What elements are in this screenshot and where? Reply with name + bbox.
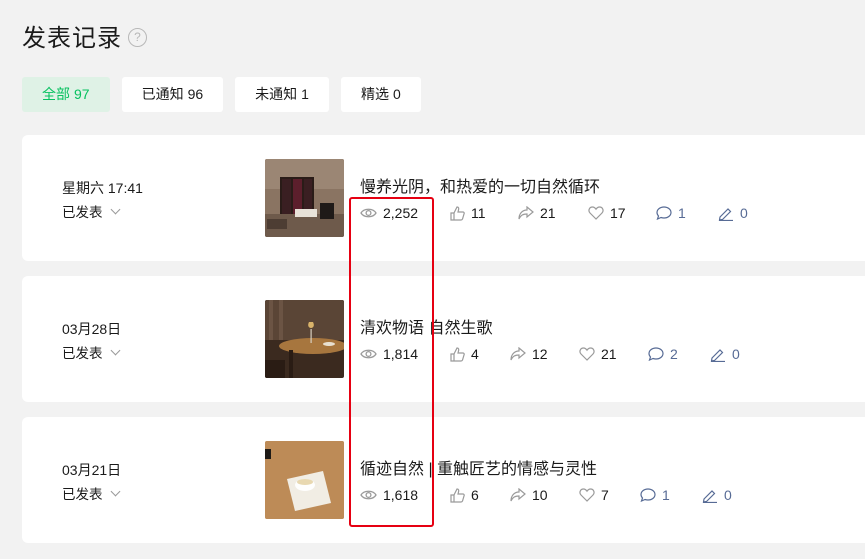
share-count: 12: [510, 346, 548, 362]
read-count-value: 1,618: [383, 487, 419, 503]
like-count-value: 11: [471, 205, 486, 221]
tab-featured[interactable]: 精选 0: [340, 77, 421, 112]
article-card: 星期六 17:41 已发表 慢养光阴，和热爱的一切自然循环 2,252 11 2…: [22, 135, 865, 261]
favorite-count: 17: [588, 205, 626, 221]
article-stats: 1,618 6 10 7 1 0: [22, 487, 865, 507]
thumbs-up-icon: [450, 346, 465, 362]
comment-icon: [656, 206, 672, 220]
like-count-value: 4: [471, 346, 479, 362]
pencil-icon: [710, 348, 725, 362]
read-count: 1,618: [360, 487, 418, 503]
tab-count: 1: [301, 86, 309, 102]
read-count-value: 2,252: [383, 205, 419, 221]
eye-icon: [360, 349, 377, 359]
heart-icon: [579, 347, 595, 361]
tab-count: 0: [392, 86, 401, 102]
note-count[interactable]: 0: [702, 487, 732, 503]
article-card: 03月21日 已发表 循迹自然 | 重触匠艺的情感与灵性 1,618 6 10 …: [22, 417, 865, 543]
eye-icon: [360, 208, 377, 218]
tab-all[interactable]: 全部 97: [22, 77, 110, 112]
tab-label: 精选: [360, 86, 389, 102]
share-count-value: 10: [532, 487, 548, 503]
publish-date: 03月28日: [62, 321, 122, 337]
eye-icon: [360, 490, 377, 500]
share-count: 10: [510, 487, 548, 503]
dining-table-photo-icon: [265, 300, 344, 378]
comment-count-value: 1: [662, 487, 670, 503]
tab-label: 全部: [42, 86, 70, 102]
tab-notified[interactable]: 已通知 96: [121, 77, 224, 112]
comment-count-value: 1: [678, 205, 686, 221]
article-title[interactable]: 清欢物语 自然生歌: [360, 314, 492, 338]
article-stats: 1,814 4 12 21 2 0: [22, 346, 865, 366]
note-count[interactable]: 0: [718, 205, 748, 221]
article-stats: 2,252 11 21 17 1 0: [22, 205, 865, 225]
share-icon: [518, 206, 534, 220]
article-card: 03月28日 已发表 清欢物语 自然生歌 1,814 4 12 21 2 0: [22, 276, 865, 402]
comment-icon: [640, 488, 656, 502]
thumbs-up-icon: [450, 487, 465, 503]
pencil-icon: [702, 489, 717, 503]
like-count: 6: [450, 487, 479, 503]
page-header: 发表记录 ?: [22, 18, 147, 53]
teacup-photo-icon: [265, 441, 344, 519]
note-count-value: 0: [732, 346, 740, 362]
heart-icon: [579, 488, 595, 502]
tab-label: 未通知: [255, 86, 298, 102]
bedroom-photo-icon: [265, 159, 344, 237]
comment-count-value: 2: [670, 346, 678, 362]
article-title[interactable]: 循迹自然 | 重触匠艺的情感与灵性: [360, 455, 597, 479]
share-count: 21: [518, 205, 556, 221]
tab-count: 96: [187, 86, 204, 102]
favorite-count-value: 7: [601, 487, 609, 503]
read-count: 1,814: [360, 346, 418, 362]
share-count-value: 12: [532, 346, 548, 362]
filter-tabs: 全部 97 已通知 96 未通知 1 精选 0: [22, 77, 421, 112]
publish-records-page: 发表记录 ? 全部 97 已通知 96 未通知 1 精选 0 星期六 17:41 已发表: [0, 0, 865, 559]
article-thumbnail[interactable]: [265, 159, 344, 237]
note-count-value: 0: [740, 205, 748, 221]
read-count: 2,252: [360, 205, 418, 221]
heart-icon: [588, 206, 604, 220]
note-count-value: 0: [724, 487, 732, 503]
help-icon[interactable]: ?: [128, 27, 147, 47]
tab-count: 97: [74, 86, 90, 102]
comment-count[interactable]: 1: [656, 205, 686, 221]
article-thumbnail[interactable]: [265, 441, 344, 519]
comment-count[interactable]: 1: [640, 487, 670, 503]
tab-not-notified[interactable]: 未通知 1: [235, 77, 329, 112]
like-count-value: 6: [471, 487, 479, 503]
publish-date: 03月21日: [62, 462, 122, 478]
thumbs-up-icon: [450, 205, 465, 221]
like-count: 4: [450, 346, 479, 362]
article-thumbnail[interactable]: [265, 300, 344, 378]
pencil-icon: [718, 207, 733, 221]
comment-icon: [648, 347, 664, 361]
page-title: 发表记录: [22, 25, 122, 52]
publish-date: 星期六 17:41: [62, 180, 143, 196]
favorite-count-value: 17: [610, 205, 626, 221]
share-icon: [510, 347, 526, 361]
share-count-value: 21: [540, 205, 556, 221]
article-title[interactable]: 慢养光阴，和热爱的一切自然循环: [360, 173, 600, 197]
share-icon: [510, 488, 526, 502]
favorite-count-value: 21: [601, 346, 617, 362]
favorite-count: 7: [579, 487, 609, 503]
tab-label: 已通知: [141, 86, 184, 102]
favorite-count: 21: [579, 346, 617, 362]
like-count: 11: [450, 205, 486, 221]
note-count[interactable]: 0: [710, 346, 740, 362]
read-count-value: 1,814: [383, 346, 419, 362]
comment-count[interactable]: 2: [648, 346, 678, 362]
